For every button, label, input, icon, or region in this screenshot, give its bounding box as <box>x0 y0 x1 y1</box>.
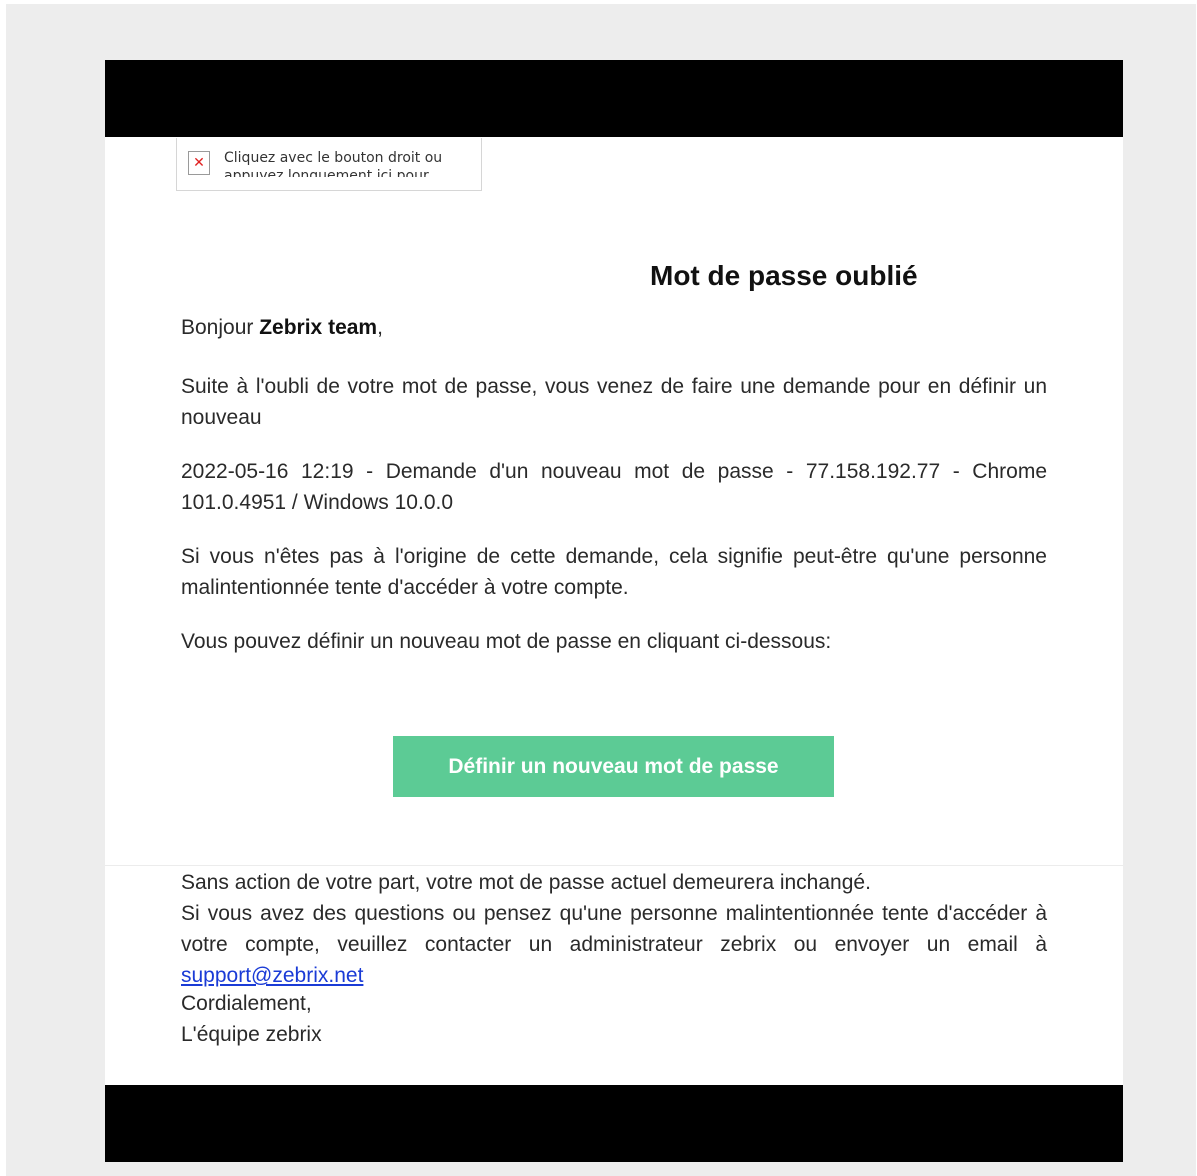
signoff: Cordialement, <box>181 992 312 1015</box>
broken-image-alt-text: Cliquez avec le bouton droit ou appuyez … <box>224 150 443 177</box>
footer-banner <box>105 1085 1123 1162</box>
paragraph-request-log: 2022-05-16 12:19 - Demande d'un nouveau … <box>181 460 1047 514</box>
section-divider <box>105 865 1123 866</box>
paragraph-request: Suite à l'oubli de votre mot de passe, v… <box>181 375 1047 429</box>
paragraph-warning: Si vous n'êtes pas à l'origine de cette … <box>181 545 1047 599</box>
email-title: Mot de passe oublié <box>650 260 918 291</box>
support-email-link[interactable]: support@zebrix.net <box>181 964 363 987</box>
footer-notice: Sans action de votre part, votre mot de … <box>181 867 1047 991</box>
greeting-prefix: Bonjour <box>181 316 260 339</box>
broken-image-icon: ✕ <box>188 151 210 175</box>
footer-contact-line: Si vous avez des questions ou pensez qu'… <box>181 902 1047 956</box>
greeting: Bonjour Zebrix team, <box>181 312 1047 343</box>
signature: L'équipe zebrix <box>181 1023 322 1046</box>
signature-block: Cordialement, L'équipe zebrix <box>181 988 1047 1050</box>
reset-password-button[interactable]: Définir un nouveau mot de passe <box>393 736 834 797</box>
greeting-suffix: , <box>377 316 383 339</box>
broken-image-placeholder[interactable]: ✕ Cliquez avec le bouton droit ou appuye… <box>176 138 482 191</box>
paragraph-cta-intro: Vous pouvez définir un nouveau mot de pa… <box>181 630 832 653</box>
footer-unchanged-line: Sans action de votre part, votre mot de … <box>181 871 871 894</box>
header-banner <box>105 60 1123 137</box>
email-viewport: ✕ Cliquez avec le bouton droit ou appuye… <box>6 4 1196 1176</box>
email-card: ✕ Cliquez avec le bouton droit ou appuye… <box>105 60 1123 1162</box>
greeting-name: Zebrix team <box>259 316 378 339</box>
